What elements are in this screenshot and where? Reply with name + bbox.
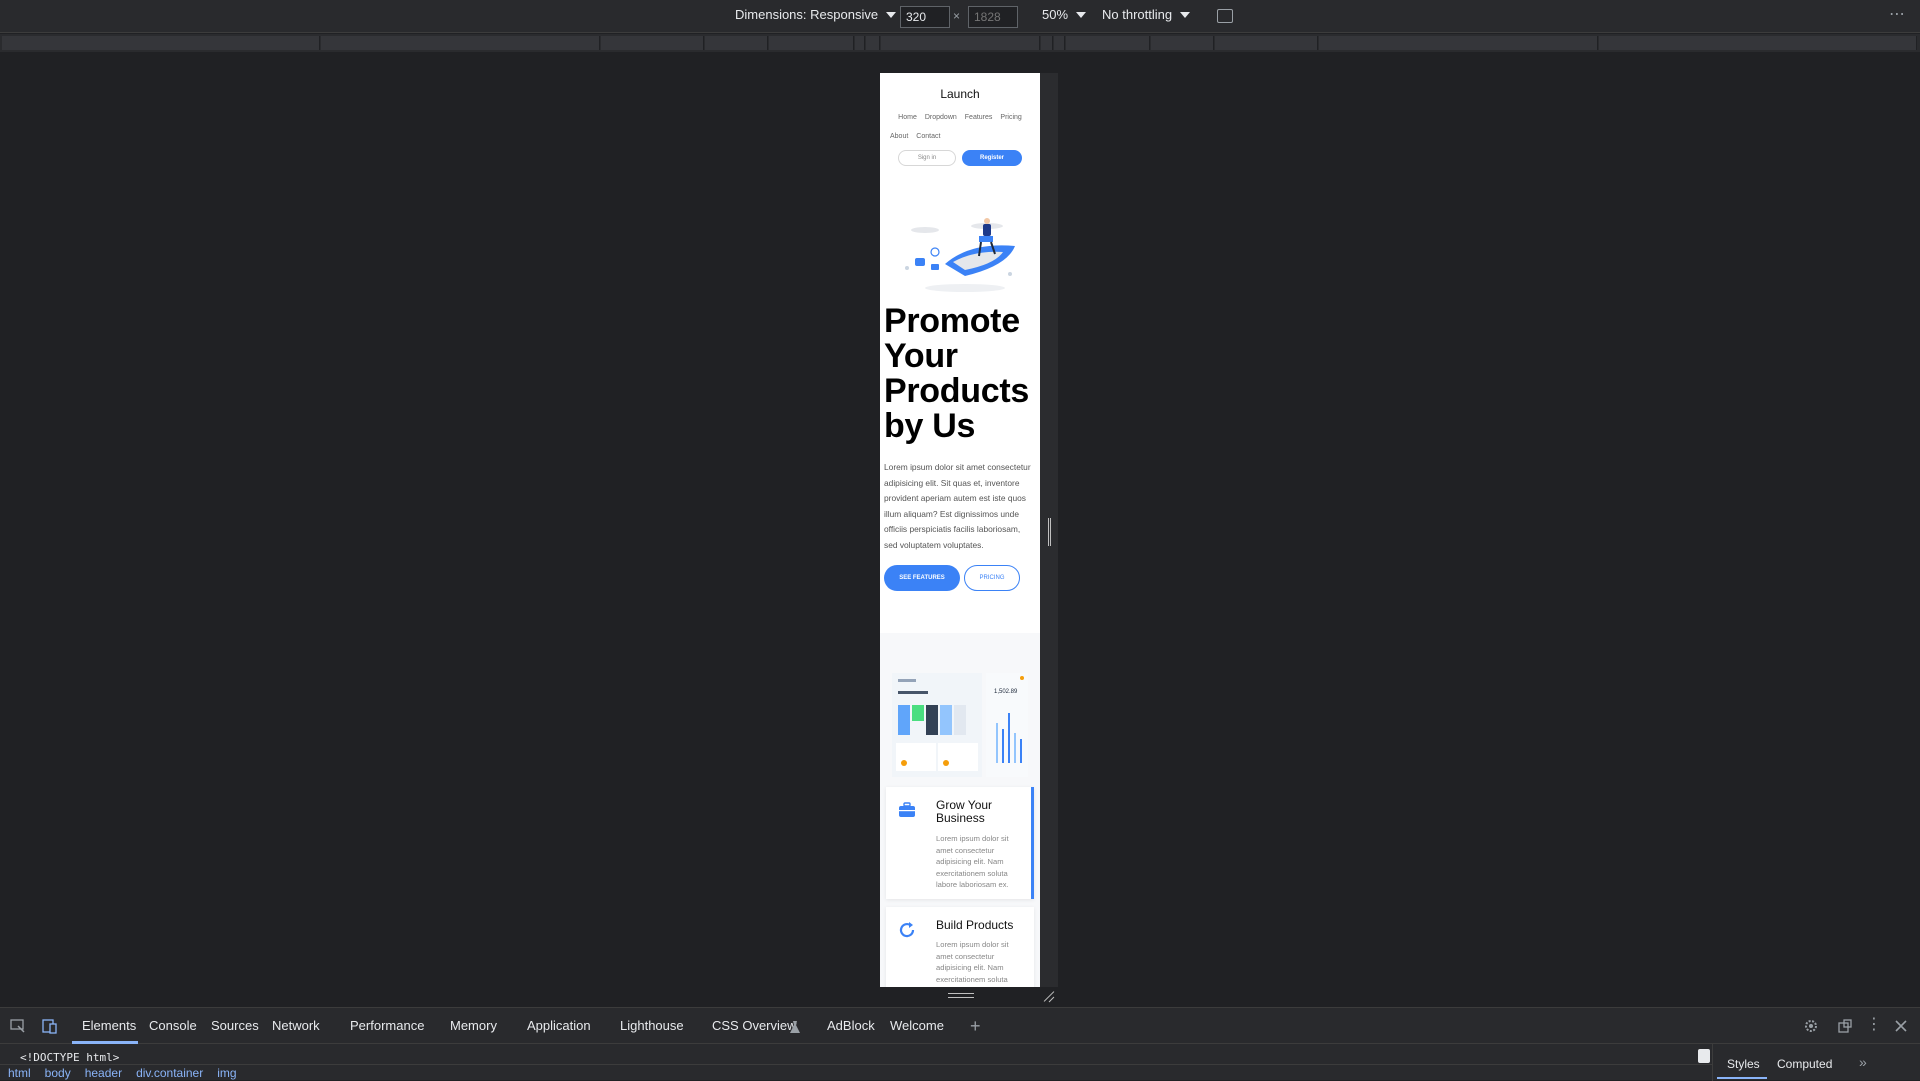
pricing-button[interactable]: PRICING (964, 565, 1020, 591)
hero-description: Lorem ipsum dolor sit amet consectetur a… (884, 462, 1031, 550)
feature-card: Build Products Lorem ipsum dolor sit ame… (886, 907, 1034, 987)
media-query-segment[interactable] (1599, 36, 1917, 50)
zoom-label: 50% (1042, 7, 1069, 22)
tab-computed[interactable]: Computed (1777, 1057, 1832, 1071)
inspect-element-icon[interactable] (10, 1018, 26, 1034)
site-nav: Home Dropdown Features Pricing (880, 101, 1040, 127)
hero-headline: Promote Your Products by Us (884, 302, 1029, 445)
experiment-icon (790, 1020, 800, 1033)
close-icon[interactable] (1893, 1018, 1909, 1034)
emulated-page[interactable]: Launch Home Dropdown Features Pricing Ab… (880, 73, 1040, 987)
dashboard-value: 1,502.89 (994, 689, 1018, 695)
tab-adblock[interactable]: AdBlock (827, 1018, 875, 1033)
briefcase-icon (898, 801, 916, 819)
nav-pricing[interactable]: Pricing (1000, 108, 1021, 127)
chevron-down-icon (1076, 11, 1087, 18)
refresh-icon (898, 921, 916, 939)
nav-features[interactable]: Features (965, 108, 993, 127)
hero-illustration (895, 216, 1025, 296)
feature-card: Grow Your Business Lorem ipsum dolor sit… (886, 787, 1034, 899)
dimensions-label: Dimensions: Responsive (735, 7, 879, 22)
dashboard-preview-image: 1,502.89 (892, 673, 1028, 777)
breadcrumb: html body header div.container img (0, 1064, 1712, 1081)
height-resize-handle[interactable] (948, 993, 974, 998)
register-button[interactable]: Register (962, 150, 1022, 166)
breadcrumb-body[interactable]: body (45, 1066, 71, 1080)
media-query-segment[interactable] (1151, 36, 1214, 50)
device-toolbar: Dimensions: Responsive × 50% No throttli… (0, 0, 1920, 33)
throttling-label: No throttling (1102, 7, 1173, 22)
nav-home[interactable]: Home (898, 108, 917, 127)
more-options-icon[interactable]: ⋮ (1866, 1014, 1882, 1033)
feature-card-title: Grow Your Business (936, 798, 993, 825)
throttling-dropdown[interactable]: No throttling (1102, 7, 1191, 22)
tab-welcome[interactable]: Welcome (890, 1018, 944, 1033)
media-query-segment[interactable] (1041, 36, 1053, 50)
media-query-bar[interactable] (0, 34, 1920, 52)
nav-about[interactable]: About (890, 127, 908, 146)
device-toggle-icon[interactable] (42, 1018, 58, 1034)
rotate-icon[interactable] (1217, 9, 1233, 23)
dom-doctype-line[interactable]: <!DOCTYPE html> (20, 1051, 119, 1064)
active-styles-tab-indicator (1717, 1077, 1767, 1079)
tab-sources[interactable]: Sources (211, 1018, 259, 1033)
media-query-segment[interactable] (866, 36, 880, 50)
cta-row: SEE FEATURES PRICING (880, 553, 1040, 591)
site-logo[interactable]: Launch (880, 87, 1040, 101)
more-options-icon[interactable]: ⋯ (1889, 4, 1906, 24)
media-query-segment[interactable] (2, 36, 320, 50)
media-query-segment[interactable] (1215, 36, 1318, 50)
feature-card-title: Build Products (936, 918, 1014, 932)
height-input[interactable] (968, 6, 1018, 28)
tab-memory[interactable]: Memory (450, 1018, 497, 1033)
more-tabs-icon[interactable]: » (1859, 1054, 1867, 1070)
feature-card-text: Lorem ipsum dolor sit amet consectetur a… (936, 940, 1009, 984)
media-query-segment[interactable] (855, 36, 865, 50)
width-resize-handle[interactable] (1048, 518, 1051, 546)
chevron-down-icon (886, 11, 897, 18)
signin-button[interactable]: Sign in (898, 150, 956, 166)
media-query-segment[interactable] (705, 36, 768, 50)
tab-css-overview[interactable]: CSS Overview (712, 1018, 797, 1033)
tab-console[interactable]: Console (149, 1018, 197, 1033)
media-query-segment[interactable] (601, 36, 704, 50)
features-section: 1,502.89 Grow Your Business Lorem ipsum … (880, 633, 1040, 987)
nav-contact[interactable]: Contact (916, 127, 940, 146)
zoom-dropdown[interactable]: 50% (1042, 7, 1087, 22)
nav-dropdown[interactable]: Dropdown (925, 108, 957, 127)
devtools-tabbar: Elements Console Sources Network Perform… (0, 1008, 1920, 1044)
see-features-button[interactable]: SEE FEATURES (884, 565, 960, 591)
breadcrumb-container[interactable]: div.container (136, 1066, 203, 1080)
media-query-segment[interactable] (881, 36, 1040, 50)
auth-buttons: Sign in Register (880, 150, 1040, 166)
devtools-panel: Elements Console Sources Network Perform… (0, 1007, 1920, 1081)
tab-lighthouse[interactable]: Lighthouse (620, 1018, 684, 1033)
tab-styles[interactable]: Styles (1727, 1057, 1760, 1071)
media-query-segment[interactable] (321, 36, 600, 50)
active-tab-indicator (72, 1041, 138, 1044)
tab-application[interactable]: Application (527, 1018, 591, 1033)
tab-performance[interactable]: Performance (350, 1018, 424, 1033)
styles-pane-tabs: Styles Computed » (1712, 1044, 1920, 1081)
breadcrumb-img[interactable]: img (217, 1066, 236, 1080)
feature-card-text: Lorem ipsum dolor sit amet consectetur a… (936, 834, 1009, 890)
settings-gear-icon[interactable] (1803, 1018, 1819, 1034)
add-tab-icon[interactable]: + (970, 1016, 986, 1036)
breadcrumb-header[interactable]: header (85, 1066, 122, 1080)
media-query-segment[interactable] (1319, 36, 1598, 50)
width-input[interactable] (900, 6, 950, 28)
corner-resize-handle[interactable] (1043, 991, 1055, 1003)
media-query-segment[interactable] (1066, 36, 1150, 50)
scroll-arrows-icon[interactable] (1698, 1049, 1710, 1063)
dock-side-icon[interactable] (1837, 1018, 1853, 1034)
dimensions-dropdown[interactable]: Dimensions: Responsive (735, 7, 897, 22)
chevron-down-icon (1180, 11, 1191, 18)
media-query-segment[interactable] (769, 36, 854, 50)
tab-network[interactable]: Network (272, 1018, 320, 1033)
times-symbol: × (953, 9, 961, 23)
tab-elements[interactable]: Elements (82, 1018, 136, 1033)
site-nav-row2: About Contact (880, 127, 1040, 146)
breadcrumb-html[interactable]: html (8, 1066, 31, 1080)
media-query-segment[interactable] (1054, 36, 1065, 50)
